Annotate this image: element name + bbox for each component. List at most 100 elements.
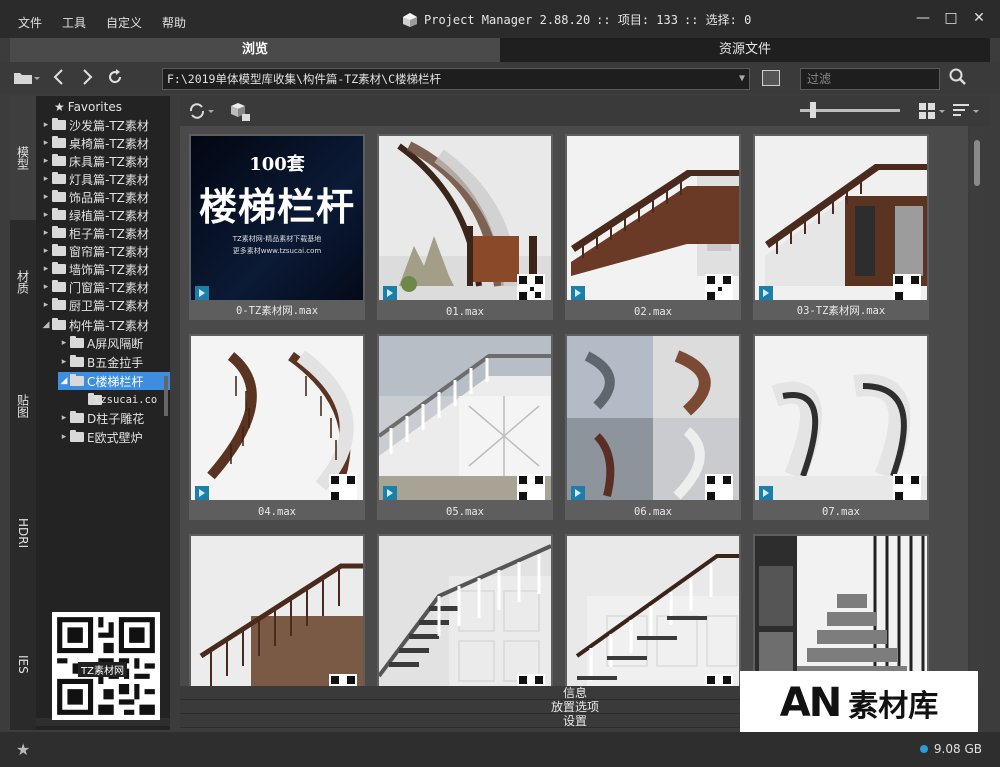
expand-arrow-icon[interactable]: ▸ — [40, 192, 52, 202]
model-card[interactable] — [565, 534, 741, 686]
tree-item[interactable]: ▸ 墙饰篇-TZ素材 — [40, 260, 149, 278]
tree-item[interactable]: ▸ 柜子篇-TZ素材 — [40, 224, 149, 242]
expand-arrow-icon[interactable]: ▸ — [40, 120, 52, 130]
tree-label: D柱子雕花 — [87, 411, 145, 426]
sort-icon[interactable] — [952, 102, 980, 124]
tree-item[interactable]: ▸ 绿植篇-TZ素材 — [40, 206, 149, 224]
tree-item[interactable]: ▸ A屏风隔断 — [58, 334, 143, 352]
package-icon[interactable] — [230, 102, 252, 126]
menu-tools[interactable]: 工具 — [62, 14, 86, 31]
tree-label: 绿植篇-TZ素材 — [69, 208, 149, 223]
tree-item[interactable]: ▸ 饰品篇-TZ素材 — [40, 188, 149, 206]
model-card[interactable]: 07.max — [753, 334, 929, 520]
model-card[interactable]: 02.max — [565, 134, 741, 320]
thumbnail-image — [379, 336, 551, 500]
collapse-arrow-icon[interactable]: ◢ — [40, 320, 52, 330]
model-card[interactable]: 05.max — [377, 334, 553, 520]
refresh-icon[interactable] — [106, 68, 124, 86]
close-icon[interactable]: ✕ — [972, 10, 986, 26]
model-card[interactable]: 100套 楼梯栏杆 TZ素材网-精品素材下载基地 更多素材www.tzsucai… — [189, 134, 365, 320]
minimize-icon[interactable]: — — [916, 10, 930, 26]
thumbnail-grid: 100套 楼梯栏杆 TZ素材网-精品素材下载基地 更多素材www.tzsucai… — [180, 126, 968, 686]
tree-item[interactable]: ▸ E欧式壁炉 — [58, 428, 143, 446]
tab-resources[interactable]: 资源文件 — [500, 38, 990, 62]
tree-scrollbar[interactable] — [164, 376, 168, 416]
expand-arrow-icon[interactable]: ▸ — [40, 282, 52, 292]
expand-arrow-icon[interactable]: ▸ — [40, 246, 52, 256]
tree-label: 门窗篇-TZ素材 — [69, 280, 149, 295]
folder-menu-icon[interactable] — [12, 68, 40, 86]
filter-checkbox-icon[interactable] — [762, 70, 780, 86]
status-bar: ★ 9.08 GB — [0, 732, 1000, 767]
slider-handle[interactable] — [810, 102, 816, 118]
maximize-icon[interactable]: □ — [944, 10, 958, 26]
card-label: 04.max — [258, 506, 296, 518]
expand-arrow-icon[interactable]: ▸ — [58, 357, 70, 367]
scrollbar-thumb[interactable] — [974, 140, 980, 186]
tree-item-selected[interactable]: ◢ C楼梯栏杆 — [58, 372, 170, 390]
chevron-down-icon[interactable]: ▼ — [739, 69, 745, 89]
expand-arrow-icon[interactable]: ▸ — [40, 264, 52, 274]
tree-item[interactable]: ▸ 门窗篇-TZ素材 — [40, 278, 149, 296]
side-tab-maps[interactable]: 贴图 — [10, 344, 36, 468]
tree-item[interactable]: ▸ D柱子雕花 — [58, 409, 144, 427]
tree-favorites[interactable]: ★ Favorites — [54, 98, 122, 116]
grid-scrollbar[interactable] — [970, 126, 984, 686]
watermark-badge: AN 素材库 — [740, 671, 978, 735]
model-card[interactable]: 04.max — [189, 334, 365, 520]
model-card[interactable] — [189, 534, 365, 686]
side-tab-hdri[interactable]: HDRI — [10, 468, 36, 598]
model-card[interactable]: 03-TZ素材网.max — [753, 134, 929, 320]
tree-item-file[interactable]: tzsucai.co — [94, 391, 157, 409]
expand-arrow-icon[interactable]: ▸ — [58, 413, 70, 423]
poster-subtitle: TZ素材网-精品素材下载基地 — [232, 235, 322, 243]
model-card[interactable]: 01.max — [377, 134, 553, 320]
sync-icon[interactable] — [188, 102, 214, 124]
collapse-arrow-icon[interactable]: ◢ — [58, 376, 70, 386]
app-title: Project Manager 2.88.20 :: 项目: 133 :: 选择… — [402, 11, 751, 28]
expand-arrow-icon[interactable]: ▸ — [40, 300, 52, 310]
tree-item[interactable]: ▸ 床具篇-TZ素材 — [40, 152, 149, 170]
expand-arrow-icon[interactable]: ▸ — [40, 210, 52, 220]
card-label: 05.max — [446, 506, 484, 518]
forward-icon[interactable] — [78, 68, 96, 86]
menu-help[interactable]: 帮助 — [162, 14, 186, 31]
path-input[interactable]: F:\2019单体模型库收集\构件篇-TZ素材\C楼梯栏杆 ▼ — [162, 68, 750, 90]
menu-file[interactable]: 文件 — [18, 14, 42, 31]
tree-item[interactable]: ▸ 窗帘篇-TZ素材 — [40, 242, 149, 260]
model-card[interactable]: 06.max — [565, 334, 741, 520]
tree-label: 饰品篇-TZ素材 — [69, 190, 149, 205]
tree-item[interactable]: ▸ 灯具篇-TZ素材 — [40, 170, 149, 188]
grid-view-icon[interactable] — [918, 102, 946, 124]
expand-arrow-icon[interactable]: ▸ — [58, 432, 70, 442]
tree-item[interactable]: ◢ 构件篇-TZ素材 — [40, 316, 149, 334]
search-icon[interactable] — [948, 67, 968, 92]
expand-arrow-icon[interactable]: ▸ — [58, 338, 70, 348]
filter-input[interactable]: 过滤 — [800, 68, 940, 90]
menu-customize[interactable]: 自定义 — [106, 14, 142, 31]
tree-label: 构件篇-TZ素材 — [69, 318, 149, 333]
model-card[interactable] — [377, 534, 553, 686]
tree-item[interactable]: ▸ 桌椅篇-TZ素材 — [40, 134, 149, 152]
expand-arrow-icon[interactable]: ▸ — [40, 174, 52, 184]
thumbnail-image — [191, 536, 363, 686]
back-icon[interactable] — [50, 68, 68, 86]
side-tab-materials[interactable]: 材质 — [10, 220, 36, 344]
tree-item[interactable]: ▸ B五金拉手 — [58, 353, 143, 371]
folder-icon — [52, 262, 66, 274]
tree-item[interactable]: ▸ 沙发篇-TZ素材 — [40, 116, 149, 134]
tree-label: 桌椅篇-TZ素材 — [69, 136, 149, 151]
star-icon[interactable]: ★ — [16, 740, 30, 759]
card-label: 07.max — [822, 506, 860, 518]
side-tab-ies[interactable]: IES — [10, 598, 36, 730]
folder-icon — [70, 336, 84, 348]
card-label: 02.max — [634, 306, 672, 318]
side-tab-models[interactable]: 模型 — [10, 96, 36, 220]
expand-arrow-icon[interactable]: ▸ — [40, 156, 52, 166]
tab-browse[interactable]: 浏览 — [10, 38, 500, 62]
model-card[interactable] — [753, 534, 929, 686]
expand-arrow-icon[interactable]: ▸ — [40, 138, 52, 148]
thumbnail-image — [567, 136, 739, 300]
tree-item[interactable]: ▸ 厨卫篇-TZ素材 — [40, 296, 149, 314]
expand-arrow-icon[interactable]: ▸ — [40, 228, 52, 238]
